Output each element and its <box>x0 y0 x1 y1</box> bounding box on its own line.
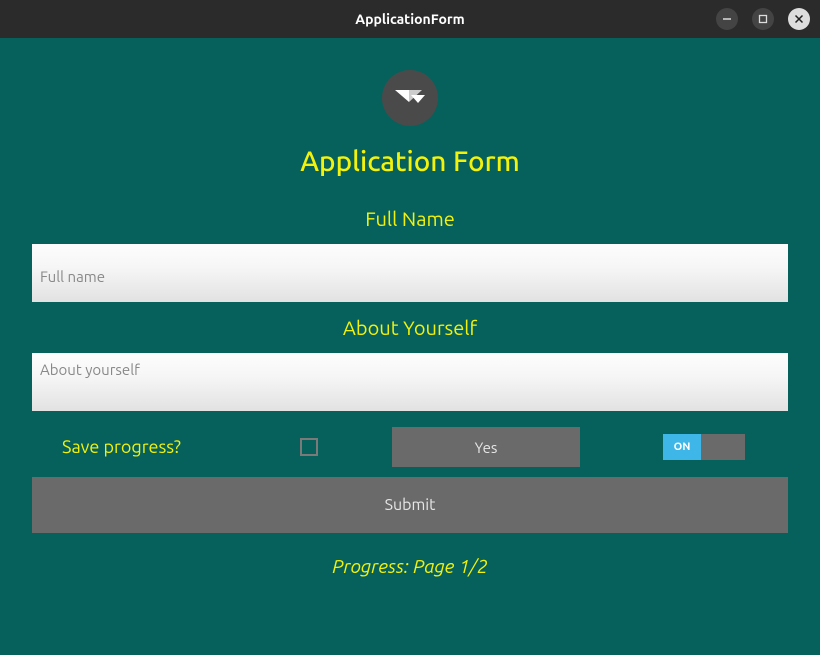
maximize-icon <box>758 14 768 24</box>
about-label: About Yourself <box>10 316 810 339</box>
save-progress-label: Save progress? <box>32 437 282 457</box>
kivy-logo-icon <box>392 83 428 113</box>
window-controls <box>716 8 810 30</box>
switch-on-label: ON <box>663 434 701 460</box>
maximize-button[interactable] <box>752 8 774 30</box>
minimize-button[interactable] <box>716 8 738 30</box>
window-titlebar: ApplicationForm <box>0 0 820 38</box>
window-title: ApplicationForm <box>355 11 465 27</box>
minimize-icon <box>722 14 732 24</box>
close-icon <box>794 14 804 24</box>
close-button[interactable] <box>788 8 810 30</box>
options-row: Save progress? Yes ON <box>32 427 788 467</box>
save-progress-checkbox[interactable] <box>300 438 318 456</box>
app-body: Application Form Full Name About Yoursel… <box>0 38 820 655</box>
checkbox-wrap <box>282 438 392 456</box>
yes-button[interactable]: Yes <box>392 427 580 467</box>
form-title: Application Form <box>10 146 810 177</box>
content: Application Form Full Name About Yoursel… <box>10 38 810 577</box>
submit-button[interactable]: Submit <box>32 477 788 533</box>
fullname-input[interactable] <box>32 244 788 302</box>
logo-wrap <box>10 70 810 126</box>
about-input[interactable] <box>32 353 788 411</box>
app-logo <box>382 70 438 126</box>
fullname-label: Full Name <box>10 207 810 230</box>
toggle-switch[interactable]: ON <box>663 434 745 460</box>
progress-text: Progress: Page 1/2 <box>10 555 810 577</box>
switch-wrap: ON <box>580 434 788 460</box>
